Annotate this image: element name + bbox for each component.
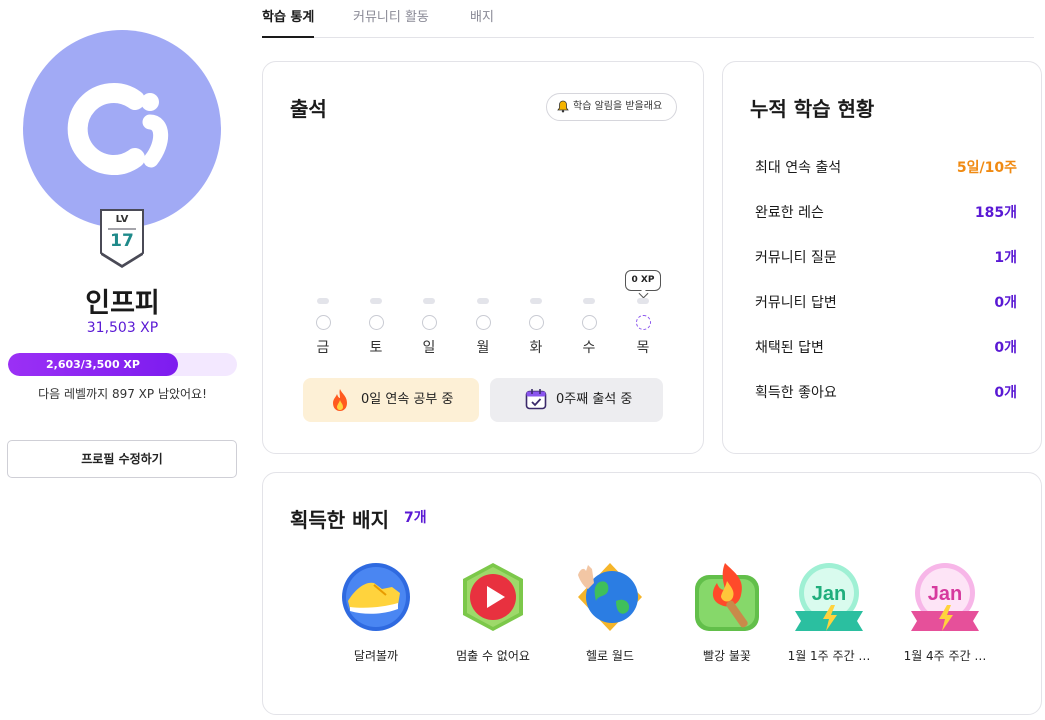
study-streak-pill: 0일 연속 공부 중	[303, 378, 479, 422]
stat-label: 획득한 좋아요	[755, 385, 837, 401]
cumulative-title: 누적 학습 현황	[750, 97, 875, 121]
day-dot	[316, 315, 331, 330]
day-bar	[583, 298, 595, 304]
badges-title: 획득한 배지	[290, 508, 389, 532]
day-label: 월	[476, 340, 490, 356]
tab-community-activity[interactable]: 커뮤니티 활동	[353, 6, 429, 38]
notification-button-label: 학습 알림을 받을래요	[573, 101, 663, 112]
stat-row-lessons: 완료한 레슨 185개	[755, 202, 1017, 226]
stat-row-accepted: 채택된 답변 0개	[755, 337, 1017, 361]
xp-tooltip: 0 XP	[625, 270, 661, 291]
stat-row-likes: 획득한 좋아요 0개	[755, 382, 1017, 406]
badge-name: 헬로 월드	[586, 649, 634, 663]
badge-name: 멈출 수 없어요	[456, 649, 530, 663]
day-bar	[423, 298, 435, 304]
bell-icon	[557, 100, 569, 113]
stat-label: 채택된 답변	[755, 340, 824, 356]
day-dot	[422, 315, 437, 330]
day-tue: 화	[524, 298, 548, 358]
notification-button[interactable]: 학습 알림을 받을래요	[546, 93, 677, 121]
badge-item[interactable]: Jan 1월 1주 주간 …	[774, 561, 884, 671]
badges-card: 획득한 배지 7개 달려볼까 멈출 수 없어요 헬로 월드 빨강 불꽃 Jan …	[262, 472, 1042, 715]
day-thu-today: 목	[631, 298, 655, 358]
badge-count: 7개	[404, 510, 427, 526]
sneaker-badge-icon	[342, 563, 410, 631]
stat-row-max-streak: 최대 연속 출석 5일/10주	[755, 157, 1017, 181]
stat-value: 0개	[994, 385, 1017, 401]
tab-learning-stats[interactable]: 학습 통계	[262, 6, 315, 38]
stat-value: 5일/10주	[956, 160, 1017, 176]
jan-pink-badge-icon: Jan	[911, 563, 979, 631]
play-badge-icon	[463, 563, 523, 631]
badge-item[interactable]: Jan 1월 4주 주간 …	[890, 561, 1000, 671]
day-fri: 금	[311, 298, 335, 358]
level-badge: LV 17	[99, 208, 145, 268]
day-dot	[369, 315, 384, 330]
avatar	[23, 30, 221, 228]
edit-profile-button[interactable]: 프로필 수정하기	[7, 440, 237, 478]
day-sat: 토	[364, 298, 388, 358]
badge-item[interactable]: 빨강 불꽃	[672, 561, 782, 671]
week-attendance-text: 0주째 출석 중	[556, 392, 633, 407]
day-label: 목	[636, 340, 650, 356]
badge-name: 빨강 불꽃	[703, 649, 751, 663]
stat-value: 1개	[994, 250, 1017, 266]
nickname: 인프피	[85, 288, 160, 319]
total-xp: 31,503 XP	[86, 320, 159, 336]
day-wed: 수	[577, 298, 601, 358]
day-bar	[530, 298, 542, 304]
next-level-text: 다음 레벨까지 897 XP 남았어요!	[38, 387, 207, 401]
stat-label: 완료한 레슨	[755, 205, 824, 221]
day-dot	[529, 315, 544, 330]
day-bar	[477, 298, 489, 304]
torch-badge-icon	[695, 563, 759, 631]
profile-panel: LV 17 인프피 31,503 XP 2,603/3,500 XP 다음 레벨…	[0, 0, 245, 720]
attendance-card: 출석 학습 알림을 받을래요 0 XP 금 토 일 월 화 수 목 0일 연속 …	[262, 61, 704, 454]
stat-label: 커뮤니티 질문	[755, 250, 837, 266]
badge-name: 1월 1주 주간 …	[787, 649, 871, 663]
stat-label: 커뮤니티 답변	[755, 295, 837, 311]
day-bar	[637, 298, 649, 304]
badge-emblem-text: Jan	[928, 583, 962, 605]
attendance-title: 출석	[290, 97, 327, 121]
day-label: 토	[369, 340, 383, 356]
calendar-check-icon	[525, 389, 547, 410]
xp-progress-bar: 2,603/3,500 XP	[8, 353, 237, 376]
badge-name: 달려볼까	[353, 649, 399, 663]
xp-progress-label: 2,603/3,500 XP	[46, 358, 140, 371]
level-label: LV	[115, 214, 129, 225]
badge-item[interactable]: 헬로 월드	[555, 561, 665, 671]
day-dot	[476, 315, 491, 330]
fire-icon	[333, 389, 347, 411]
stat-label: 최대 연속 출석	[755, 160, 842, 176]
day-bar	[317, 298, 329, 304]
stat-value: 185개	[974, 205, 1017, 221]
badge-item[interactable]: 멈출 수 없어요	[438, 561, 548, 671]
week-attendance-pill: 0주째 출석 중	[490, 378, 663, 422]
globe-badge-icon	[578, 563, 642, 631]
codeit-logo-icon	[67, 83, 169, 175]
study-streak-text: 0일 연속 공부 중	[361, 392, 454, 407]
day-sun: 일	[417, 298, 441, 358]
tab-badges[interactable]: 배지	[470, 6, 494, 38]
day-mon: 월	[471, 298, 495, 358]
day-label: 일	[422, 340, 436, 356]
stat-row-answers: 커뮤니티 답변 0개	[755, 292, 1017, 316]
day-label: 화	[529, 340, 543, 356]
day-label: 금	[316, 340, 330, 356]
stat-value: 0개	[994, 295, 1017, 311]
level-number: 17	[110, 231, 134, 251]
tab-bar: 학습 통계 커뮤니티 활동 배지	[262, 0, 1034, 38]
day-dot-today	[636, 315, 651, 330]
day-dot	[582, 315, 597, 330]
cumulative-stats-card: 누적 학습 현황 최대 연속 출석 5일/10주 완료한 레슨 185개 커뮤니…	[722, 61, 1042, 454]
jan-green-badge-icon: Jan	[795, 563, 863, 631]
day-label: 수	[582, 340, 596, 356]
day-bar	[370, 298, 382, 304]
badge-item[interactable]: 달려볼까	[321, 561, 431, 671]
stat-row-questions: 커뮤니티 질문 1개	[755, 247, 1017, 271]
badge-emblem-text: Jan	[812, 583, 846, 605]
stat-value: 0개	[994, 340, 1017, 356]
badge-name: 1월 4주 주간 …	[903, 649, 987, 663]
